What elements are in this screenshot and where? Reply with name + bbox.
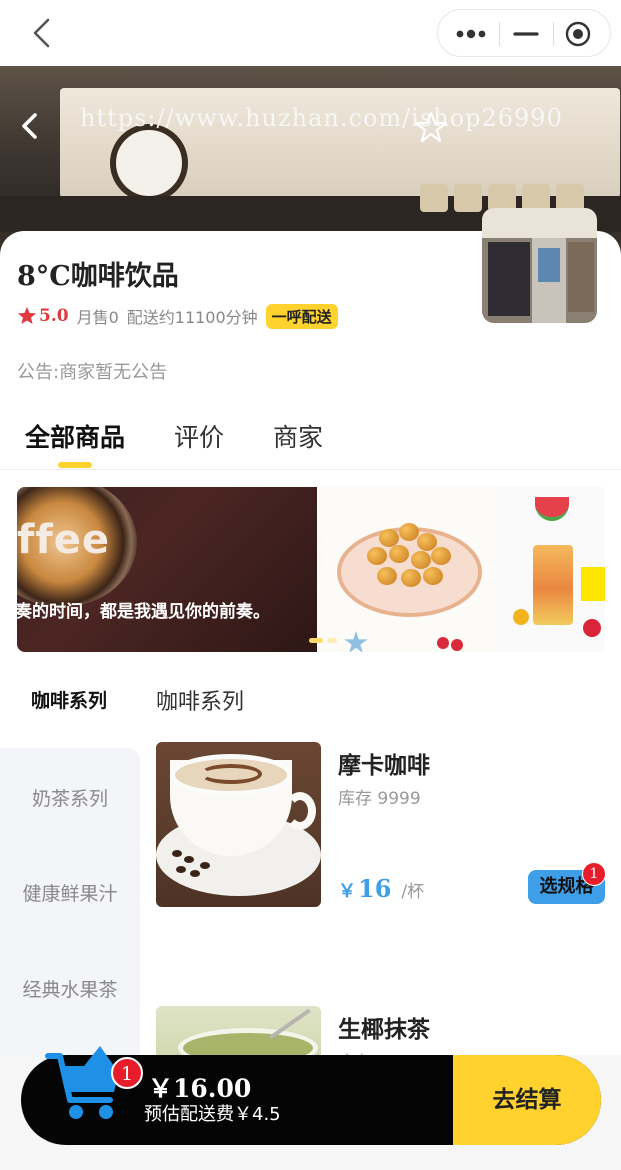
capsule-divider [553,22,554,46]
delivery-time: 配送约11100分钟 [126,308,258,327]
tab-active-indicator [58,462,92,468]
promo-carousel[interactable]: ffee 奏的时间，都是我遇见你的前奏。 [17,487,605,652]
promo-slide-coffee[interactable]: ffee 奏的时间，都是我遇见你的前奏。 [17,487,317,652]
store-notice: 公告:商家暂无公告 [17,362,168,383]
promo-slide-snack[interactable] [317,487,497,652]
checkout-button[interactable]: 去结算 [453,1055,601,1145]
star-outline-icon[interactable] [414,110,448,144]
more-dots-icon[interactable] [452,24,492,44]
promo-word: ffee [17,517,111,563]
storefront-logo [110,124,188,202]
monthly-sales: 月售0 [76,308,119,327]
product-item[interactable]: 摩卡咖啡 库存 9999 ￥ 16 /杯 选规格 1 [156,742,606,912]
product-price: ￥ 16 /杯 [338,874,424,903]
capsule-divider [499,22,500,46]
cart-count-badge: 1 [111,1057,143,1089]
category-title: 咖啡系列 [156,690,245,715]
watermelon-image [535,497,569,521]
sidebar-item-coffee-active[interactable]: 咖啡系列 [31,686,107,713]
store-tabs: 全部商品 评价 商家 [0,412,621,470]
tab-merchant[interactable]: 商家 [273,418,323,454]
price-currency: ￥ [338,881,356,902]
category-sidebar: 奶茶系列 健康鲜果汁 经典水果茶 [0,748,140,1078]
mini-program-capsule [437,9,611,57]
carousel-dot-active[interactable] [309,638,323,643]
store-rating: 5.0 [39,306,69,326]
store-logo-image [482,208,597,323]
sidebar-item-fruit-tea[interactable]: 经典水果茶 [0,975,140,1002]
product-image[interactable] [156,742,321,907]
promo-slide-drink[interactable] [497,487,605,652]
store-meta: 5.0 月售0 配送约11100分钟 一呼配送 [17,303,338,329]
price-unit: /杯 [401,882,425,902]
yellow-box-image [581,567,605,601]
delivery-badge: 一呼配送 [265,303,338,329]
tab-all-products[interactable]: 全部商品 [25,418,125,454]
carousel-dots [309,638,337,644]
store-name: 8°C咖啡饮品 [17,261,179,292]
shopping-cart-icon[interactable] [44,1040,124,1122]
star-filled-icon [18,307,36,324]
delivery-fee: 预估配送费￥4.5 [144,1104,281,1125]
spec-count-badge: 1 [582,862,606,886]
close-circle-icon[interactable] [564,20,592,48]
sidebar-item-fresh-juice[interactable]: 健康鲜果汁 [0,879,140,906]
minimize-icon[interactable] [512,24,540,44]
decor-star-icon [344,631,368,652]
category-header: 咖啡系列 咖啡系列 [0,680,621,720]
price-amount: 16 [358,874,392,903]
sidebar-item-milk-tea[interactable]: 奶茶系列 [0,784,140,811]
top-nav-bar [0,0,621,66]
banner-watermark: https://www.huzhan.com/ishop26990 [80,104,563,132]
carousel-dot[interactable] [327,638,337,643]
product-name: 生椰抹茶 [338,1017,430,1043]
chevron-left-icon[interactable] [26,14,60,52]
product-stock: 库存 9999 [338,789,421,809]
tab-reviews[interactable]: 评价 [174,418,224,454]
fruit-tea-glass-image [533,545,573,625]
promo-caption: 奏的时间，都是我遇见你的前奏。 [17,602,270,622]
product-name: 摩卡咖啡 [338,753,430,779]
chevron-left-icon[interactable] [18,110,42,142]
